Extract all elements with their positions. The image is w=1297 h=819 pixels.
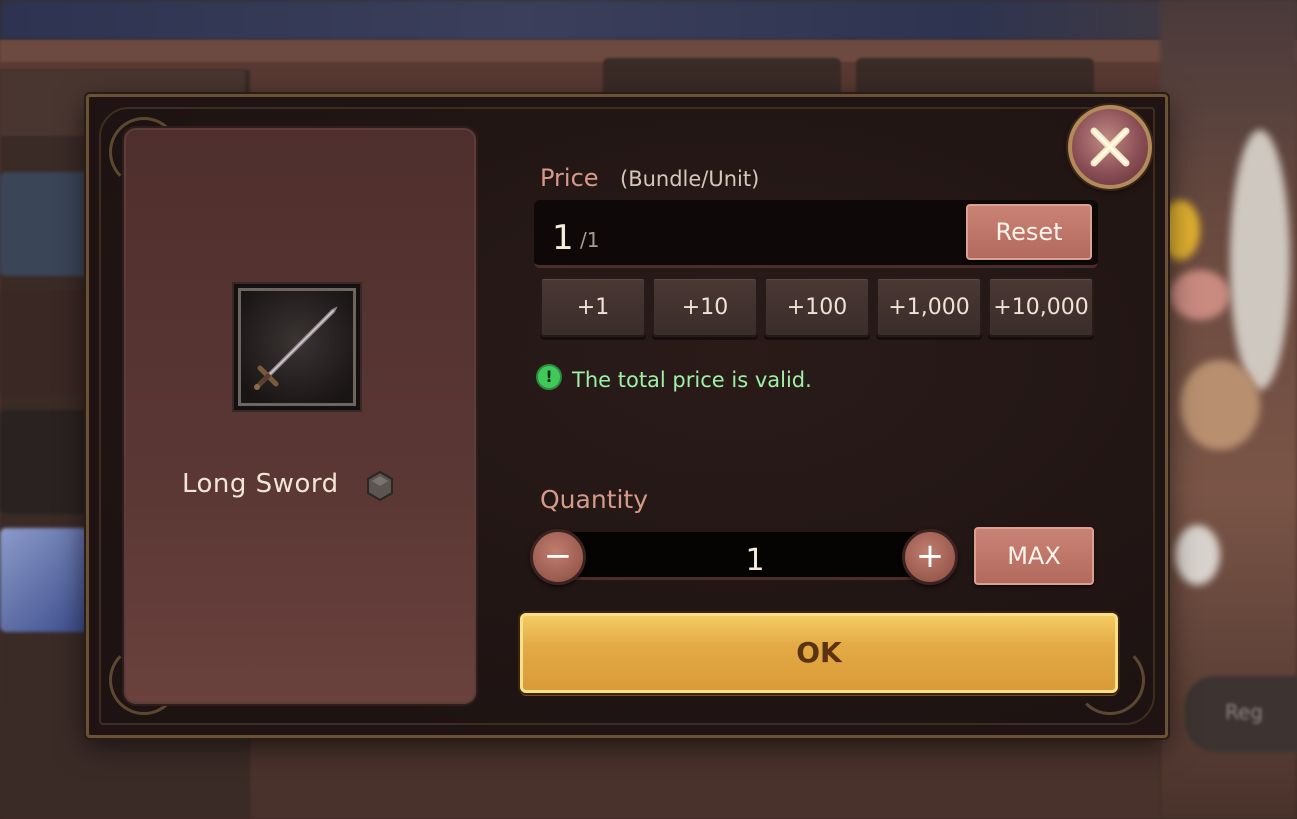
quantity-value: 1 <box>745 543 765 578</box>
background-register-label: Reg <box>1225 700 1263 724</box>
increment-10000-button[interactable]: +10,000 <box>988 277 1094 337</box>
close-button[interactable] <box>1068 105 1152 189</box>
background-register-button: Reg <box>1185 676 1297 752</box>
background-inventory-slot <box>0 290 92 394</box>
price-label: Price <box>540 164 599 192</box>
item-name: Long Sword <box>182 469 339 499</box>
quantity-decrease-button[interactable]: − <box>530 529 586 585</box>
background-inventory-slot <box>0 528 92 632</box>
background-sky <box>0 0 1297 40</box>
long-sword-icon <box>254 306 338 390</box>
plus-icon: + <box>915 536 945 576</box>
item-slot <box>234 284 360 410</box>
background-decoration <box>1170 270 1230 320</box>
validation-message: The total price is valid. <box>572 368 812 392</box>
grade-gem-icon <box>367 470 393 502</box>
item-panel <box>122 126 478 706</box>
increment-10-button[interactable]: +10 <box>652 277 758 337</box>
increment-100-button[interactable]: +100 <box>764 277 870 337</box>
background-inventory-slot <box>0 172 92 276</box>
background-decoration <box>1180 360 1260 450</box>
increment-1-button[interactable]: +1 <box>540 277 646 337</box>
quantity-increase-button[interactable]: + <box>902 529 958 585</box>
quantity-label: Quantity <box>540 485 649 514</box>
increment-1000-button[interactable]: +1,000 <box>876 277 982 337</box>
price-sublabel: (Bundle/Unit) <box>620 167 760 191</box>
minus-icon: − <box>543 536 573 576</box>
background-inventory-slot <box>0 410 92 514</box>
price-value: 1 <box>552 218 574 258</box>
background-decoration <box>1175 525 1220 585</box>
background-counter <box>250 740 1160 819</box>
background-decoration <box>1230 130 1290 390</box>
reset-button[interactable]: Reset <box>966 204 1092 260</box>
ok-button[interactable]: OK <box>520 613 1118 693</box>
max-button[interactable]: MAX <box>974 527 1094 585</box>
valid-status-icon: ! <box>536 364 562 390</box>
close-x-icon <box>1090 127 1130 167</box>
price-unit: /1 <box>580 228 600 252</box>
